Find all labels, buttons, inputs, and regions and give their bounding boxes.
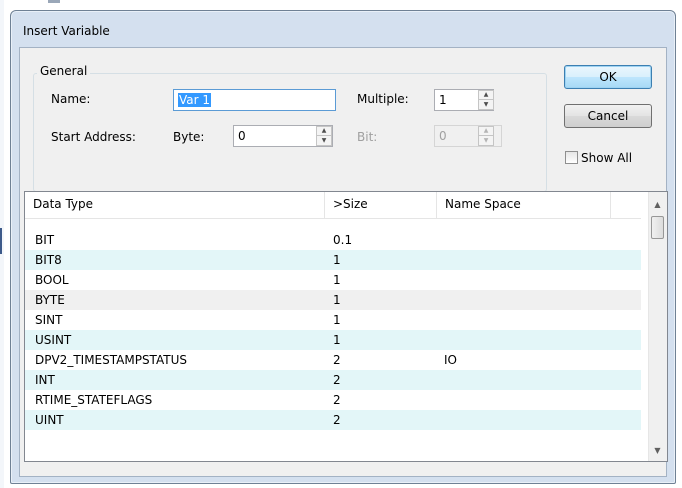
up-arrow-icon[interactable]: ▲ (317, 127, 331, 136)
general-legend: General (37, 64, 91, 78)
cell-data-type: RTIME_STATEFLAGS (35, 393, 153, 407)
cell-size: 0.1 (333, 233, 353, 247)
column-header-data-type[interactable]: Data Type (25, 192, 325, 218)
cell-size: 2 (333, 353, 341, 367)
start-address-label: Start Address: (51, 130, 136, 144)
table-row[interactable]: BIT8 1 (25, 250, 641, 270)
cell-data-type: USINT (35, 333, 72, 347)
cell-size: 2 (333, 393, 341, 407)
name-input-value: Var 1 (178, 93, 212, 107)
multiple-input-value: 1 (439, 93, 447, 107)
data-type-list[interactable]: Data Type >Size Name Space BIT 0.1 BIT8 … (24, 191, 668, 462)
byte-spinner[interactable]: ▲ ▼ (316, 126, 332, 146)
cell-size: 1 (333, 313, 341, 327)
down-arrow-icon[interactable]: ▼ (479, 100, 493, 109)
bit-spinner: ▲ ▼ (478, 126, 494, 146)
cell-size: 1 (333, 253, 341, 267)
table-row[interactable]: BIT 0.1 (25, 230, 641, 250)
scrollbar-thumb[interactable] (651, 216, 664, 239)
scroll-up-icon[interactable]: ▲ (649, 196, 666, 213)
cell-size: 1 (333, 293, 341, 307)
down-arrow-icon[interactable]: ▼ (317, 136, 331, 145)
cell-name-space: IO (444, 353, 457, 367)
list-rows: BIT 0.1 BIT8 1 BOOL 1 BYTE 1 SINT 1 USIN… (25, 230, 641, 430)
background-window-top-edge (48, 0, 60, 3)
table-row[interactable]: BOOL 1 (25, 270, 641, 290)
name-label: Name: (51, 92, 91, 106)
list-vertical-scrollbar[interactable]: ▲ ▼ (648, 192, 667, 461)
table-row[interactable]: DPV2_TIMESTAMPSTATUS 2 IO (25, 350, 641, 370)
cell-size: 2 (333, 373, 341, 387)
cancel-button[interactable]: Cancel (564, 104, 652, 128)
table-row[interactable]: UINT 2 (25, 410, 641, 430)
table-row[interactable]: BYTE 1 (25, 290, 641, 310)
cell-data-type: BIT (35, 233, 55, 247)
multiple-label: Multiple: (357, 92, 409, 106)
bit-input-value: 0 (439, 129, 447, 143)
show-all-label[interactable]: Show All (581, 151, 632, 165)
cell-data-type: BYTE (35, 293, 65, 307)
multiple-spinner[interactable]: ▲ ▼ (478, 90, 494, 110)
down-arrow-icon: ▼ (483, 136, 489, 144)
cell-data-type: DPV2_TIMESTAMPSTATUS (35, 353, 187, 367)
column-header-size[interactable]: >Size (325, 192, 437, 218)
up-arrow-icon[interactable]: ▲ (479, 91, 493, 100)
byte-label: Byte: (173, 130, 205, 144)
scroll-down-icon[interactable]: ▼ (649, 442, 666, 459)
cell-data-type: UINT (35, 413, 64, 427)
cell-data-type: BOOL (35, 273, 69, 287)
dialog-title: Insert Variable (23, 24, 110, 38)
byte-input-value: 0 (238, 129, 246, 143)
cell-size: 1 (333, 333, 341, 347)
ok-button[interactable]: OK (564, 65, 652, 89)
cell-data-type: INT (35, 373, 55, 387)
background-window-marker (0, 228, 2, 254)
cell-size: 1 (333, 273, 341, 287)
show-all-checkbox[interactable] (565, 151, 578, 164)
bit-label: Bit: (357, 130, 378, 144)
table-row[interactable]: RTIME_STATEFLAGS 2 (25, 390, 641, 410)
name-input[interactable]: Var 1 (173, 89, 336, 111)
table-row[interactable]: USINT 1 (25, 330, 641, 350)
cell-data-type: SINT (35, 313, 63, 327)
list-header: Data Type >Size Name Space (25, 192, 641, 219)
table-row[interactable]: INT 2 (25, 370, 641, 390)
table-row[interactable]: SINT 1 (25, 310, 641, 330)
cell-size: 2 (333, 413, 341, 427)
up-arrow-icon: ▲ (479, 127, 493, 136)
column-header-name-space[interactable]: Name Space (437, 192, 611, 218)
cell-data-type: BIT8 (35, 253, 62, 267)
